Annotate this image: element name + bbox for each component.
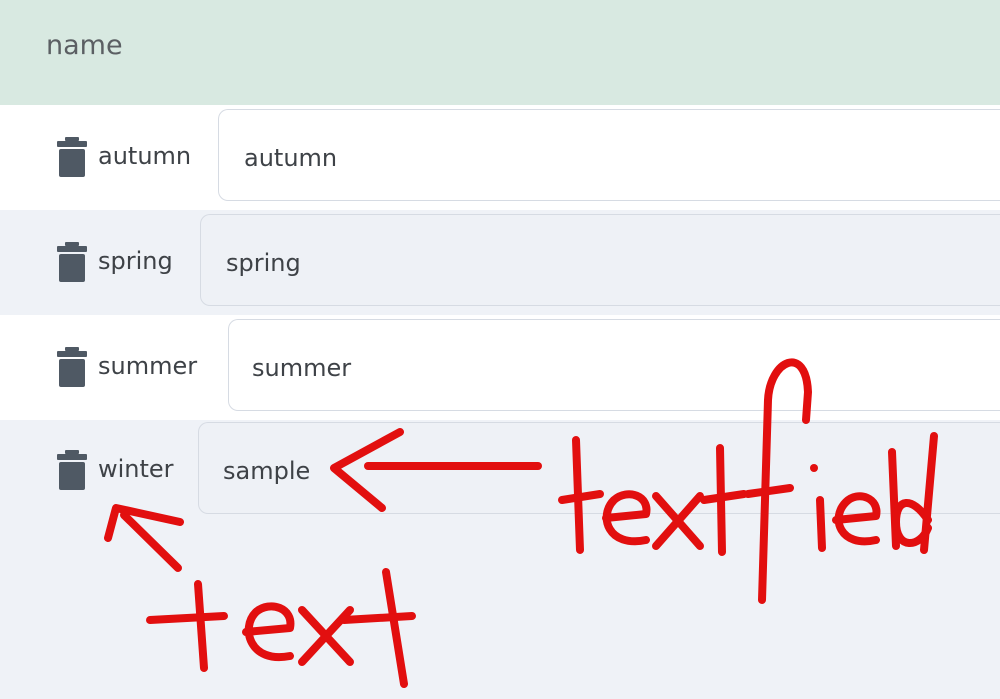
- table-row: spring spring: [0, 210, 1000, 315]
- name-field[interactable]: autumn: [218, 109, 1000, 201]
- table-row: autumn autumn: [0, 105, 1000, 210]
- name-field[interactable]: spring: [200, 214, 1000, 306]
- trash-icon[interactable]: [56, 347, 88, 387]
- name-field-value: spring: [226, 249, 301, 277]
- table-header: name: [0, 0, 1000, 105]
- name-field-value: summer: [252, 354, 352, 382]
- row-label: winter: [98, 455, 174, 483]
- trash-icon[interactable]: [56, 450, 88, 490]
- table-row: winter sample: [0, 420, 1000, 699]
- column-header-name: name: [46, 30, 123, 61]
- trash-icon[interactable]: [56, 137, 88, 177]
- name-field-value: autumn: [244, 144, 338, 172]
- row-label: summer: [98, 352, 198, 380]
- row-label: autumn: [98, 142, 192, 170]
- trash-icon[interactable]: [56, 242, 88, 282]
- row-label: spring: [98, 247, 173, 275]
- table-row: summer summer: [0, 315, 1000, 420]
- name-field[interactable]: sample: [198, 422, 1000, 514]
- name-field[interactable]: summer: [228, 319, 1000, 411]
- name-field-value: sample: [223, 457, 311, 485]
